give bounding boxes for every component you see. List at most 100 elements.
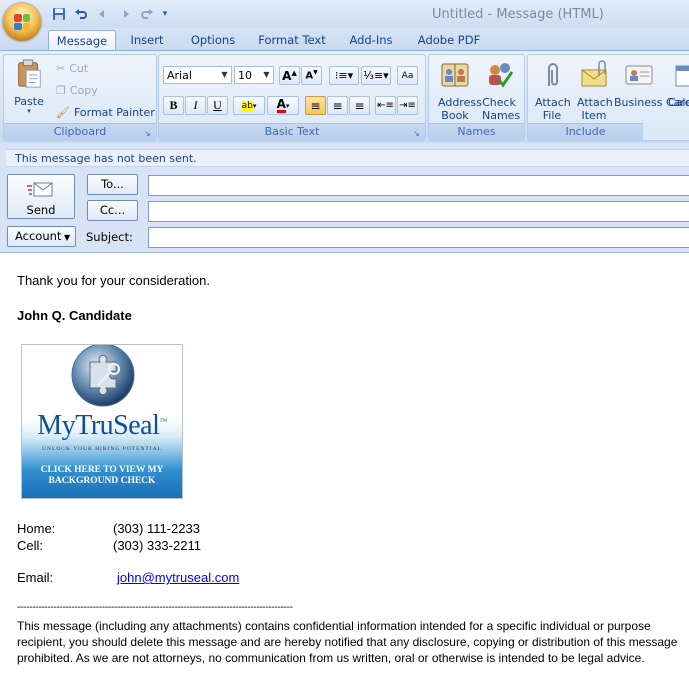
cc-field[interactable] <box>148 201 689 222</box>
tab-insert[interactable]: Insert <box>122 30 172 50</box>
calendar-icon <box>675 65 689 87</box>
send-icon <box>27 182 53 197</box>
tab-options[interactable]: Options <box>184 30 242 50</box>
cut-button[interactable]: ✂ Cut <box>56 59 88 77</box>
check-names-button[interactable]: Check Names <box>477 60 521 122</box>
attach-file-button[interactable]: Attach File <box>530 60 574 122</box>
tab-adobe-pdf[interactable]: Adobe PDF <box>412 30 486 50</box>
account-button[interactable]: Account ▼ <box>7 226 76 247</box>
bold-button[interactable]: B <box>163 96 184 115</box>
tab-add-ins[interactable]: Add-Ins <box>342 30 400 50</box>
chevron-down-icon[interactable]: ▼ <box>260 67 273 83</box>
message-body[interactable]: Thank you for your consideration. John Q… <box>0 253 689 690</box>
basic-text-launcher-icon[interactable]: ↘ <box>413 129 422 138</box>
cc-button[interactable]: Cc... <box>87 200 138 221</box>
to-button[interactable]: To... <box>87 174 138 195</box>
increase-indent-button[interactable]: ⇥≡ <box>397 96 418 115</box>
disclaimer-line: This message (including any attachments)… <box>17 619 651 633</box>
align-center-button[interactable]: ≡ <box>327 96 348 115</box>
decrease-indent-icon: ⇤≡ <box>377 100 394 111</box>
check-names-icon <box>489 63 514 88</box>
chevron-down-icon: ▼ <box>61 233 71 242</box>
brush-icon: 🖌 <box>56 105 70 119</box>
names-group: Address Book Check Names Names <box>428 54 525 141</box>
numbering-icon: ⅓≡▾ <box>363 69 389 82</box>
align-left-button[interactable]: ≡ <box>305 96 326 115</box>
seal-cta: CLICK HERE TO VIEW MY BACKGROUND CHECK <box>40 465 164 486</box>
font-color-button[interactable]: A ▾ <box>267 96 299 115</box>
paste-dropdown-icon[interactable]: ▾ <box>8 108 50 115</box>
save-icon[interactable] <box>50 5 68 23</box>
grow-font-icon: A▲ <box>282 68 297 83</box>
redo-icon[interactable] <box>138 5 156 23</box>
basic-text-group: Arial ▼ 10 ▼ A▲ A▼ ⁝≡▾ ⅓≡▾ Aa B I U ab ▾ A ▾… <box>158 54 426 141</box>
paperclip-icon <box>548 63 558 86</box>
increase-indent-icon: ⇥≡ <box>399 100 416 111</box>
shrink-font-icon: A▼ <box>305 69 318 82</box>
mytruseal-badge[interactable]: MyTruSeal™ UNLOCK YOUR HIRING POTENTIAL … <box>21 344 183 499</box>
account-label: Account <box>15 229 62 243</box>
signature-name: John Q. Candidate <box>17 308 132 323</box>
to-field[interactable] <box>148 175 689 196</box>
forward-arrow-icon[interactable] <box>116 5 134 23</box>
font-color-icon: A <box>276 97 286 113</box>
copy-label: Copy <box>69 83 98 97</box>
font-size-combo[interactable]: 10 ▼ <box>234 66 274 84</box>
tab-message[interactable]: Message <box>48 30 116 51</box>
shrink-font-button[interactable]: A▼ <box>301 66 322 85</box>
align-center-icon: ≡ <box>332 98 343 113</box>
bold-icon: B <box>169 98 178 112</box>
chevron-down-icon[interactable]: ▼ <box>218 67 231 83</box>
tab-format-text[interactable]: Format Text <box>254 30 330 50</box>
calendar-button[interactable]: Cale <box>666 60 689 109</box>
subject-field[interactable] <box>148 227 689 248</box>
seal-tagline: UNLOCK YOUR HIRING POTENTIAL <box>42 446 162 452</box>
font-name-combo[interactable]: Arial ▼ <box>163 66 232 84</box>
grow-font-button[interactable]: A▲ <box>279 66 300 85</box>
bullets-button[interactable]: ⁝≡▾ <box>329 66 359 85</box>
attach-file-label: Attach File <box>535 96 571 122</box>
address-book-button[interactable]: Address Book <box>431 60 482 122</box>
font-size-value: 10 <box>238 69 252 82</box>
office-logo-icon <box>14 14 30 30</box>
copy-button[interactable]: ❐ Copy <box>56 81 98 99</box>
cell-phone: (303) 333-2211 <box>113 538 201 553</box>
clipboard-launcher-icon[interactable]: ↘ <box>144 129 153 138</box>
highlight-button[interactable]: ab ▾ <box>233 96 265 115</box>
underline-button[interactable]: U <box>207 96 228 115</box>
align-left-icon: ≡ <box>310 98 321 113</box>
disclaimer-line: recipient, you should delete this messag… <box>17 635 678 649</box>
italic-button[interactable]: I <box>185 96 206 115</box>
decrease-indent-button[interactable]: ⇤≡ <box>375 96 396 115</box>
ribbon-tabs: Message Insert Options Format Text Add-I… <box>0 28 689 51</box>
office-button[interactable] <box>3 3 41 41</box>
styles-button[interactable]: Aa <box>397 66 418 85</box>
format-painter-button[interactable]: 🖌 Format Painter <box>56 103 155 121</box>
underline-icon: U <box>213 98 222 112</box>
back-arrow-icon[interactable] <box>94 5 112 23</box>
send-label: Send <box>26 203 56 217</box>
email-link[interactable]: john@mytruseal.com <box>117 570 239 585</box>
paste-icon <box>18 59 41 88</box>
disclaimer-line: prohibited. As we are not attorneys, no … <box>17 651 645 665</box>
business-card-label: Business Card ▾ <box>614 96 689 109</box>
numbering-button[interactable]: ⅓≡▾ <box>361 66 391 85</box>
italic-icon: I <box>193 98 198 112</box>
window-title: Untitled - Message (HTML) <box>432 7 604 22</box>
basic-text-group-label: Basic Text <box>159 123 425 140</box>
business-card-button[interactable]: Business Card ▾ <box>614 60 689 111</box>
paste-button[interactable]: Paste ▾ <box>8 59 50 115</box>
highlighter-icon: ab <box>241 100 253 111</box>
business-card-icon <box>625 65 653 85</box>
calendar-label: Cale <box>668 96 689 109</box>
ribbon: Paste ▾ ✂ Cut ❐ Copy 🖌 Format Painter Clipb… <box>0 50 689 144</box>
undo-icon[interactable] <box>72 5 90 23</box>
subject-label: Subject: <box>86 230 133 244</box>
customize-icon[interactable]: ▾ <box>160 5 170 23</box>
thank-you-text: Thank you for your consideration. <box>17 273 210 288</box>
bullets-icon: ⁝≡▾ <box>334 69 354 82</box>
format-painter-label: Format Painter <box>73 105 155 119</box>
attach-item-button[interactable]: Attach Item <box>572 60 616 122</box>
align-right-button[interactable]: ≡ <box>349 96 370 115</box>
send-button[interactable]: Send <box>7 174 75 219</box>
